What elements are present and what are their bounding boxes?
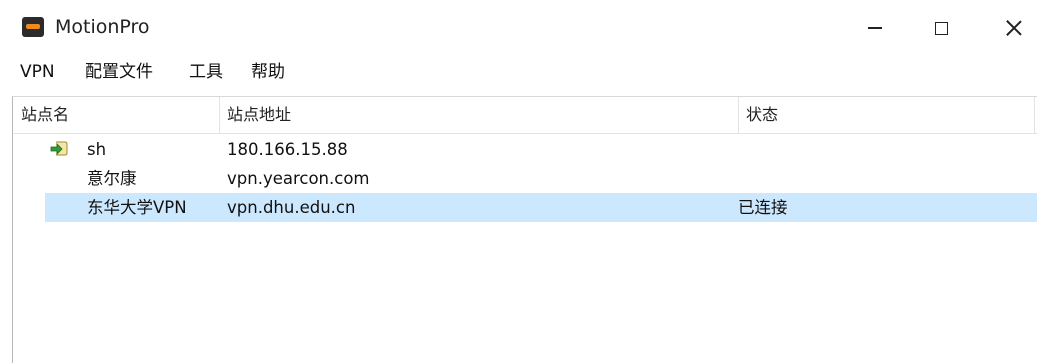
column-header-status[interactable]: 状态 xyxy=(738,97,1034,133)
site-status: 已连接 xyxy=(738,198,788,217)
site-name: 意尔康 xyxy=(87,169,137,188)
menu-config-file[interactable]: 配置文件 xyxy=(85,62,153,82)
title-bar: MotionPro xyxy=(0,0,1037,54)
minimize-icon xyxy=(868,27,882,29)
column-header-site-name[interactable]: 站点名 xyxy=(13,97,219,133)
table-row-selected[interactable]: 东华大学VPN vpn.dhu.edu.cn 已连接 xyxy=(45,193,1037,222)
menu-vpn[interactable]: VPN xyxy=(20,62,55,82)
table-row[interactable]: sh 180.166.15.88 xyxy=(45,135,1037,164)
site-address: vpn.yearcon.com xyxy=(227,169,370,188)
window-title: MotionPro xyxy=(55,16,150,38)
site-list[interactable]: 站点名 站点地址 状态 sh 180.166.15.88 意尔康 vpn.yea… xyxy=(12,96,1037,363)
close-icon xyxy=(1006,20,1022,36)
site-address: 180.166.15.88 xyxy=(227,140,348,159)
column-divider[interactable] xyxy=(1034,97,1035,133)
menu-bar: VPN 配置文件 工具 帮助 xyxy=(0,56,1037,88)
table-row[interactable]: 意尔康 vpn.yearcon.com xyxy=(45,164,1037,193)
maximize-button[interactable] xyxy=(918,12,964,44)
menu-help[interactable]: 帮助 xyxy=(251,62,285,82)
site-name: 东华大学VPN xyxy=(87,198,187,217)
site-address: vpn.dhu.edu.cn xyxy=(227,198,356,217)
column-header-site-address[interactable]: 站点地址 xyxy=(219,97,738,133)
minimize-button[interactable] xyxy=(852,12,898,44)
list-header: 站点名 站点地址 状态 xyxy=(13,97,1037,134)
app-logo-icon xyxy=(22,17,44,37)
connect-arrow-icon xyxy=(50,141,68,156)
site-name: sh xyxy=(87,140,107,159)
maximize-icon xyxy=(934,21,948,35)
close-button[interactable] xyxy=(991,12,1037,44)
menu-tools[interactable]: 工具 xyxy=(189,62,223,82)
